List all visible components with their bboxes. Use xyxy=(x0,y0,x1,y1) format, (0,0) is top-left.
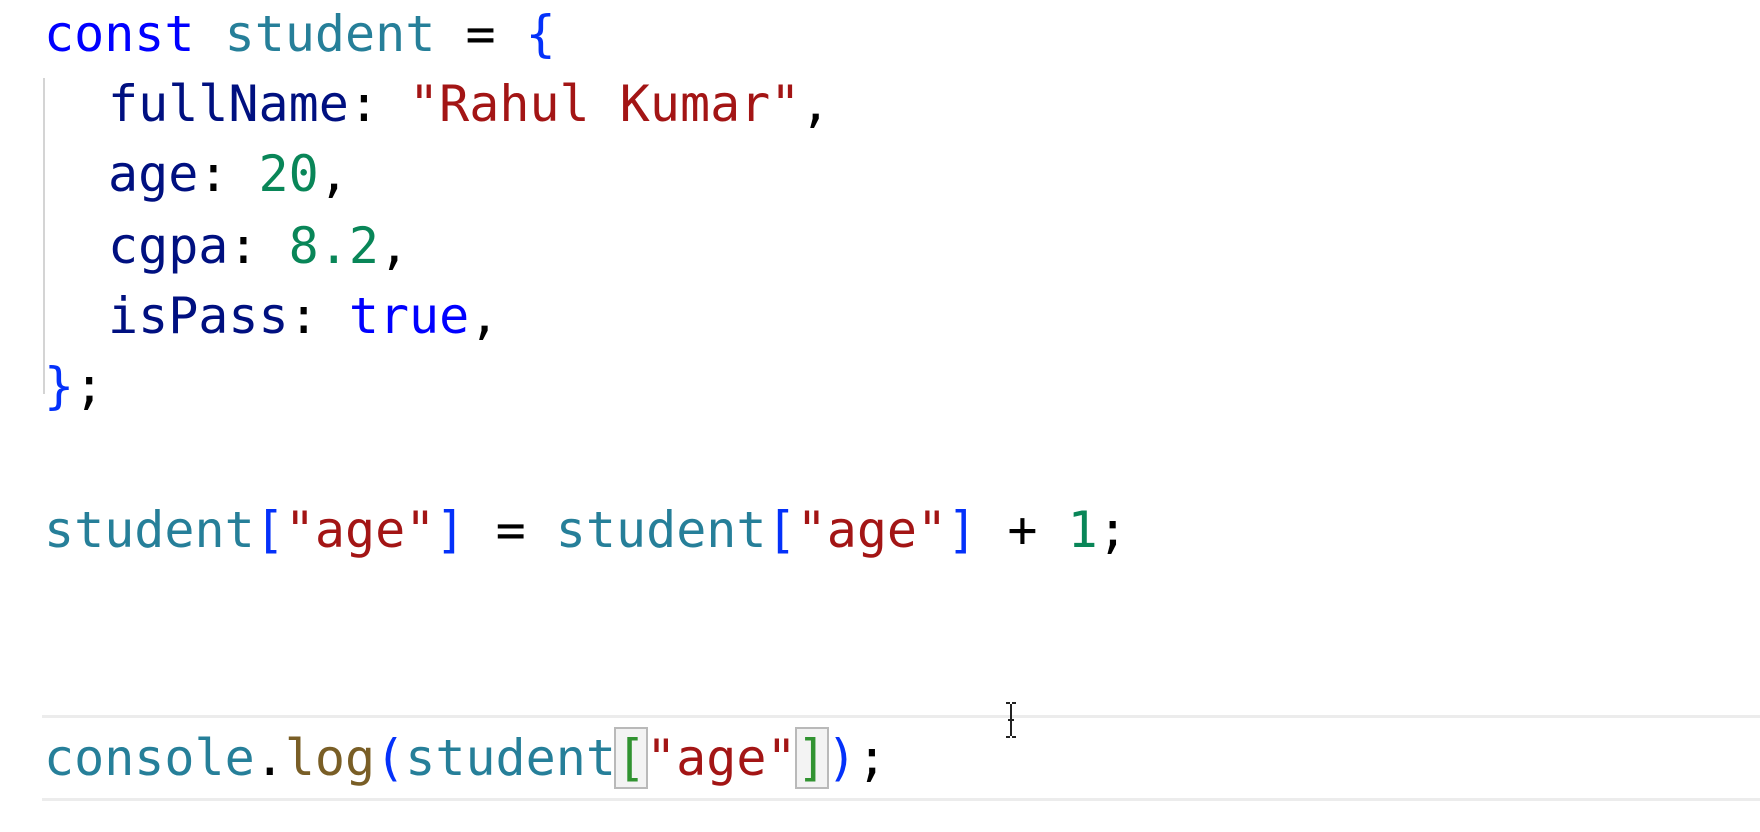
close-bracket-matched: ] xyxy=(794,727,829,789)
property-ispass: isPass xyxy=(108,287,289,345)
close-bracket: ] xyxy=(435,501,466,559)
open-paren: ( xyxy=(375,729,406,787)
operator-plus: + xyxy=(1007,501,1038,559)
keyword-true: true xyxy=(348,287,470,345)
colon: : xyxy=(348,75,379,133)
property-fullname: fullName xyxy=(108,75,349,133)
close-brace: } xyxy=(44,357,75,415)
string-age: "age" xyxy=(796,501,948,559)
close-bracket: ] xyxy=(947,501,978,559)
colon: : xyxy=(228,217,259,275)
object-console: console xyxy=(44,729,255,787)
property-cgpa: cgpa xyxy=(108,217,229,275)
colon: : xyxy=(288,287,319,345)
string-rahul-kumar: "Rahul Kumar" xyxy=(409,75,801,133)
close-paren: ) xyxy=(826,729,857,787)
number-8-2: 8.2 xyxy=(288,217,379,275)
comma: , xyxy=(800,75,831,133)
variable-student: student xyxy=(405,729,616,787)
comma: , xyxy=(378,217,410,275)
function-log: log xyxy=(284,729,376,787)
open-bracket: [ xyxy=(766,501,797,559)
code-line-1[interactable]: const student = { xyxy=(44,0,556,74)
operator-assign: = xyxy=(495,501,526,559)
semicolon: ; xyxy=(1097,501,1128,559)
code-line-6[interactable]: }; xyxy=(44,346,104,426)
colon: : xyxy=(198,145,229,203)
keyword-const: const xyxy=(44,5,195,63)
code-line-2[interactable]: fullName: "Rahul Kumar", xyxy=(108,64,831,144)
property-age: age xyxy=(108,145,199,203)
open-brace: { xyxy=(525,5,556,63)
number-1: 1 xyxy=(1067,501,1098,559)
variable-student: student xyxy=(224,5,436,63)
variable-student: student xyxy=(44,501,255,559)
operator-assign: = xyxy=(465,5,496,63)
code-line-4[interactable]: cgpa: 8.2, xyxy=(108,206,409,286)
comma: , xyxy=(318,145,349,203)
open-bracket-matched: [ xyxy=(613,727,649,789)
code-line-10-current[interactable]: console.log(student["age"]); xyxy=(42,715,1760,801)
variable-student: student xyxy=(555,501,767,559)
semicolon: ; xyxy=(74,357,105,415)
code-line-3[interactable]: age: 20, xyxy=(108,134,349,214)
semicolon: ; xyxy=(856,729,887,787)
code-line-8[interactable]: student["age"] = student["age"] + 1; xyxy=(44,490,1128,570)
dot: . xyxy=(254,729,285,787)
text-cursor-icon xyxy=(1006,702,1016,738)
string-age: "age" xyxy=(646,729,797,787)
string-age: "age" xyxy=(284,501,436,559)
code-line-5[interactable]: isPass: true, xyxy=(108,276,499,356)
code-editor[interactable]: const student = { fullName: "Rahul Kumar… xyxy=(0,0,1760,832)
comma: , xyxy=(469,287,500,345)
number-20: 20 xyxy=(258,145,319,203)
open-bracket: [ xyxy=(254,501,285,559)
